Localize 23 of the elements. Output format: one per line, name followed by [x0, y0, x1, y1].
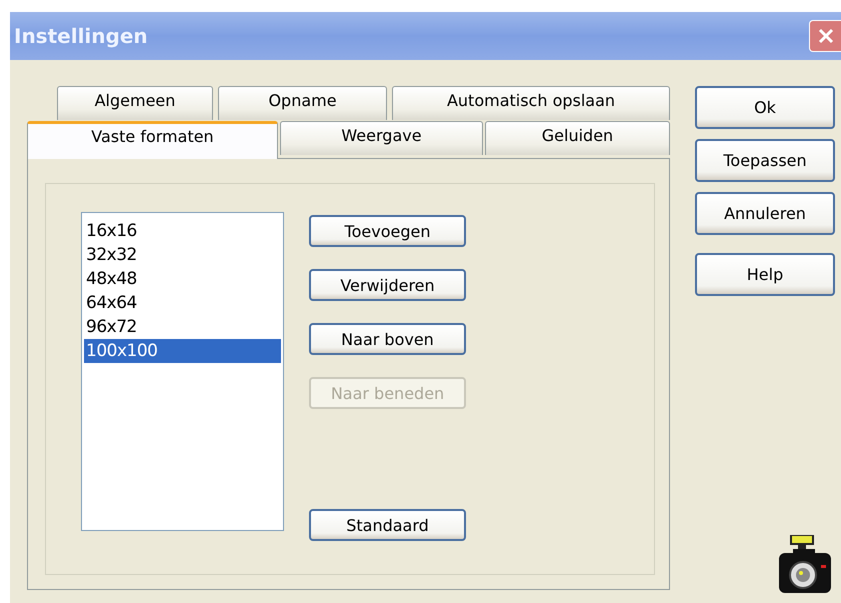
list-button[interactable]: Toevoegen: [309, 215, 466, 247]
list-button[interactable]: Standaard: [309, 509, 466, 541]
format-list[interactable]: 16x16 32x32 48x48 64x64 96x72 100x100: [81, 212, 284, 531]
tab[interactable]: Weergave: [280, 121, 483, 155]
list-item[interactable]: 96x72: [84, 315, 281, 339]
tab[interactable]: Automatisch opslaan: [392, 86, 670, 120]
list-item[interactable]: 16x16: [84, 219, 281, 243]
tab[interactable]: Opname: [218, 86, 387, 120]
dialog-button[interactable]: Annuleren: [695, 192, 835, 235]
list-item[interactable]: 32x32: [84, 243, 281, 267]
tab[interactable]: Algemeen: [57, 86, 213, 120]
list-button[interactable]: Verwijderen: [309, 269, 466, 301]
tab[interactable]: Vaste formaten: [27, 121, 278, 159]
dialog-button[interactable]: Help: [695, 253, 835, 296]
tab[interactable]: Geluiden: [485, 121, 670, 155]
window-title: Instellingen: [13, 24, 148, 48]
list-item[interactable]: 100x100: [84, 339, 281, 363]
close-button[interactable]: [809, 20, 841, 52]
list-item[interactable]: 64x64: [84, 291, 281, 315]
dialog-button[interactable]: Ok: [695, 86, 835, 129]
list-item[interactable]: 48x48: [84, 267, 281, 291]
dialog-button[interactable]: Toepassen: [695, 139, 835, 182]
list-button[interactable]: Naar boven: [309, 323, 466, 355]
